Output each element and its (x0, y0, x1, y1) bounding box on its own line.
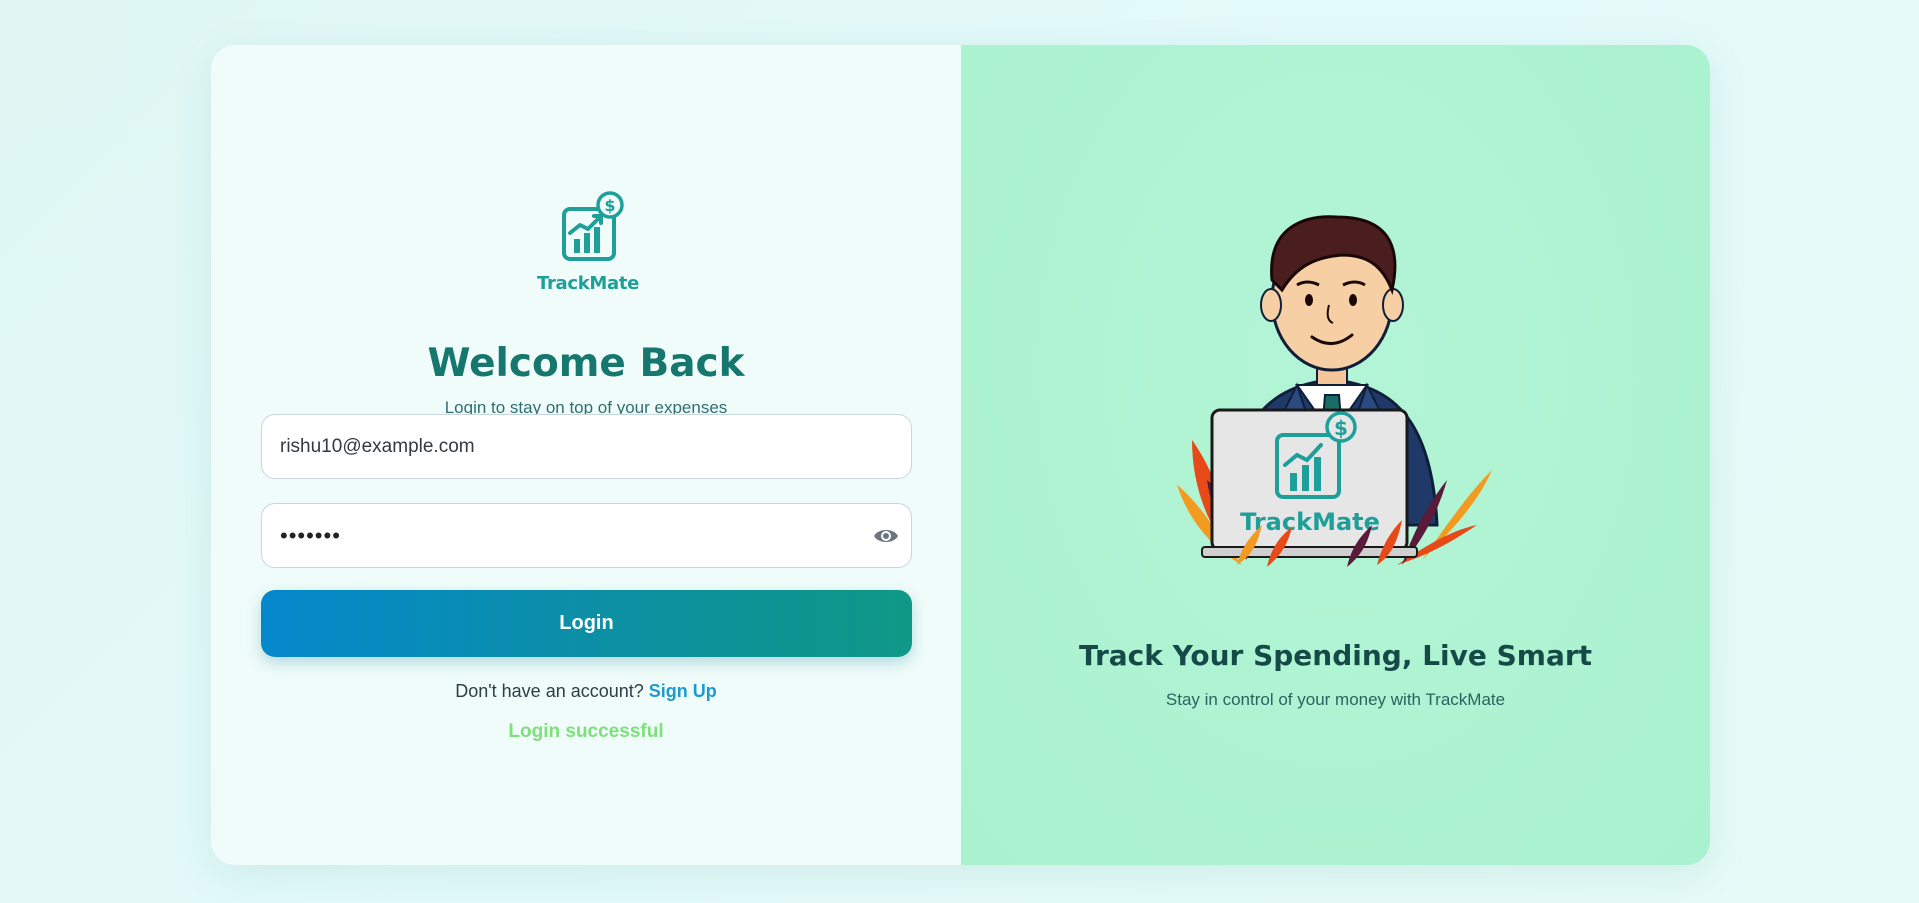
laptop-brand-label: TrackMate (1240, 508, 1380, 536)
promo-heading: Track Your Spending, Live Smart (1078, 639, 1593, 672)
brand-logo: $ TrackMate (536, 187, 640, 321)
login-card: $ TrackMate Welcome Back Login to stay o… (211, 45, 1710, 865)
businessman-with-laptop-illustration: $ TrackMate (1177, 215, 1492, 567)
login-panel: $ TrackMate Welcome Back Login to stay o… (211, 45, 961, 865)
svg-text:$: $ (1334, 416, 1348, 440)
brand-name: TrackMate (536, 273, 640, 294)
svg-text:$: $ (604, 196, 615, 215)
page-title: Welcome Back (427, 341, 745, 386)
eye-icon[interactable] (873, 526, 899, 546)
status-message: Login successful (508, 721, 664, 742)
email-field[interactable] (280, 435, 893, 458)
signup-prompt: Don't have an account? Sign Up (211, 681, 961, 702)
signup-link[interactable]: Sign Up (649, 681, 717, 701)
promo-subheading: Stay in control of your money with Track… (1165, 690, 1506, 709)
signup-prompt-text: Don't have an account? (455, 681, 644, 701)
email-field-container (261, 414, 912, 479)
chart-dollar-icon: $ (562, 191, 624, 261)
password-field-container (261, 503, 912, 568)
login-button[interactable]: Login (261, 590, 912, 657)
promo-panel: $ TrackMate Track Your Spending, Live Sm… (961, 45, 1710, 865)
password-field[interactable] (280, 522, 893, 549)
